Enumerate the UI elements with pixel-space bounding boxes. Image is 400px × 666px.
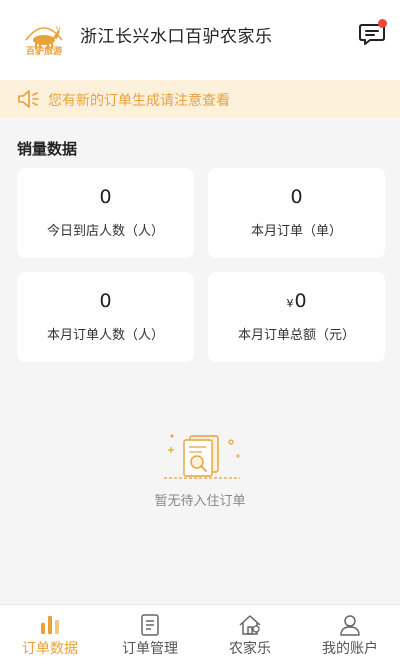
tab-my-account[interactable]: 我的账户 [300,605,400,666]
empty-state-text: 暂无待入住订单 [154,494,246,509]
tab-label: 订单管理 [122,641,178,657]
stat-card-today-visitors[interactable]: 0 今日到店人数（人） [17,168,194,258]
currency-symbol: ¥ [286,297,294,310]
tab-label: 我的账户 [322,641,378,657]
notice-bar[interactable]: 您有新的订单生成请注意查看 [0,80,400,118]
stat-value: 0 [290,186,303,208]
tab-bar: 订单数据 订单管理 农家乐 我的账户 [0,604,400,666]
stat-value: 0 [294,290,307,312]
empty-orders-icon [164,434,240,479]
tab-order-data[interactable]: 订单数据 [0,605,100,666]
header: 百驴旅游 浙江长兴水口百驴农家乐 [0,0,400,80]
bar-chart-icon [41,616,59,634]
stat-value-wrap: ¥0 [208,290,385,312]
notification-badge [378,19,387,28]
stat-value: 0 [99,186,112,208]
stat-value: 0 [99,290,112,312]
user-icon [340,615,360,636]
document-icon [141,614,159,636]
stat-label: 本月订单（单） [250,224,342,239]
page-title: 浙江长兴水口百驴农家乐 [80,27,273,47]
tab-label: 订单数据 [22,641,78,657]
tab-farmhouse[interactable]: 农家乐 [200,605,300,666]
stat-card-month-order-people[interactable]: 0 本月订单人数（人） [17,272,194,362]
notice-text: 您有新的订单生成请注意查看 [48,93,230,109]
stat-card-month-orders[interactable]: 0 本月订单（单） [208,168,385,258]
stat-label: 本月订单总额（元） [237,328,355,343]
tab-order-management[interactable]: 订单管理 [100,605,200,666]
logo-text: 百驴旅游 [25,47,62,57]
tab-label: 农家乐 [229,641,271,657]
speaker-icon [18,90,39,108]
stat-card-month-order-total[interactable]: ¥0 本月订单总额（元） [208,272,385,362]
stat-label: 本月订单人数（人） [46,328,164,343]
house-icon [239,615,261,635]
stat-label: 今日到店人数（人） [46,224,164,239]
section-title: 销量数据 [17,140,78,158]
